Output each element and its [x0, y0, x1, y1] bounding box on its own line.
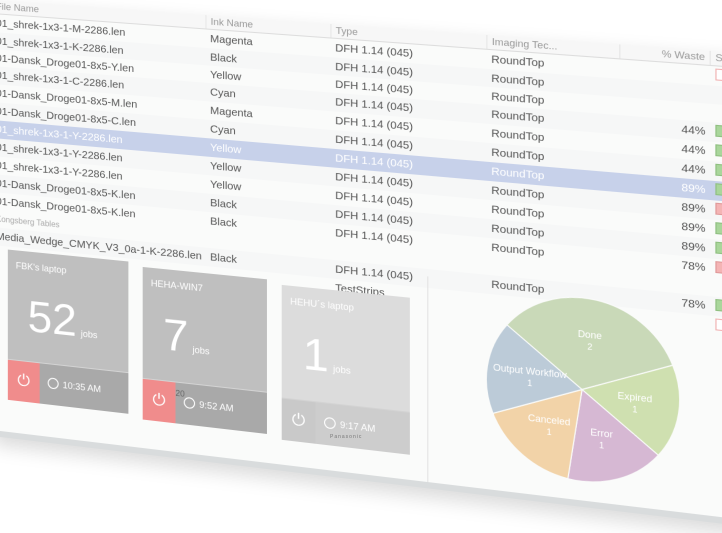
- clock-icon: [47, 377, 59, 390]
- pie-slice-value: 1: [632, 405, 638, 415]
- pie-slice-value: 1: [599, 440, 605, 450]
- clock-icon: [324, 416, 336, 430]
- job-unit: jobs: [80, 328, 98, 341]
- cursor-label: 20: [175, 388, 185, 399]
- state-indicator-icon[interactable]: [714, 202, 722, 216]
- state-indicator-icon[interactable]: [714, 183, 722, 197]
- machine-tile-footer: ⏻ 9:52 AM: [142, 377, 267, 434]
- machine-tile-footer: ⏻ 9:17 AM: [281, 397, 410, 455]
- power-icon[interactable]: ⏻: [281, 398, 316, 444]
- machine-tile-footer: ⏻ 10:35 AM: [7, 358, 129, 414]
- state-indicator-icon[interactable]: [714, 68, 722, 82]
- job-count: 52 jobs: [27, 291, 98, 347]
- job-unit: jobs: [192, 344, 210, 357]
- machine-name: FBK's laptop: [15, 260, 67, 276]
- pie-slice-value: 1: [527, 378, 533, 388]
- status-pie-chart: Done2Expired1Error1Canceled1Output Workf…: [438, 277, 722, 528]
- power-icon[interactable]: ⏻: [142, 378, 176, 424]
- pie-slice-value: 1: [547, 427, 553, 437]
- machine-tile[interactable]: FBK's laptop 52 jobs ⏻ 10:35 AM: [7, 249, 129, 414]
- machine-time: 9:17 AM: [324, 416, 375, 434]
- job-unit: jobs: [333, 363, 351, 377]
- job-count: 1 jobs: [302, 328, 351, 382]
- machine-time: 10:35 AM: [47, 377, 101, 394]
- state-indicator-icon[interactable]: [714, 163, 722, 177]
- machine-tile[interactable]: HEHU´s laptop 1 jobs ⏻ 9:17 AM: [281, 284, 410, 455]
- state-indicator-icon[interactable]: [714, 261, 722, 275]
- machine-name: HEHU´s laptop: [290, 296, 354, 313]
- monitor-screen: File Name Ink Name Type Imaging Tec... %…: [0, 0, 722, 533]
- pie-slice-value: 2: [587, 342, 593, 352]
- machine-tile[interactable]: HEHA-WIN7 7 jobs ⏻ 9:52 AM: [142, 266, 267, 434]
- bezel-brand: Panasonic: [330, 434, 363, 440]
- machine-name: HEHA-WIN7: [150, 277, 203, 294]
- state-indicator-icon[interactable]: [714, 222, 722, 236]
- clock-icon: [183, 396, 196, 410]
- state-indicator-icon[interactable]: [714, 241, 722, 255]
- machine-time: 9:52 AM: [183, 396, 234, 414]
- state-indicator-icon[interactable]: [714, 124, 722, 138]
- power-icon[interactable]: ⏻: [7, 359, 40, 404]
- state-indicator-icon[interactable]: [714, 144, 722, 158]
- job-count: 7 jobs: [163, 309, 210, 363]
- panel-divider: [427, 276, 429, 487]
